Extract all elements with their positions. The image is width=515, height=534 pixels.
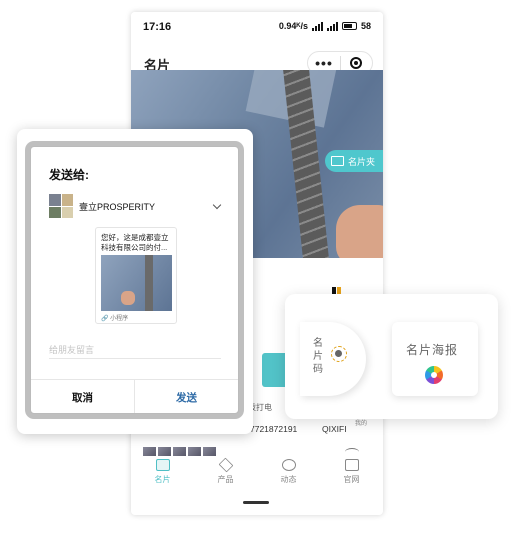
my-label: 我的 (355, 421, 368, 427)
chevron-down-icon[interactable] (212, 200, 222, 210)
preview-image (101, 255, 172, 311)
wave-icon (345, 448, 359, 456)
share-preview-card: 您好，这是成都壹立科技有限公司的付... 🔗 小程序 (95, 227, 177, 324)
network-speed: 0.94ᴷ/s (278, 21, 308, 31)
card-poster-button[interactable] (392, 322, 478, 396)
recipient-name: 壹立PROSPERITY (79, 201, 156, 212)
card-holder-tag[interactable]: 名片夹 (324, 150, 383, 172)
signal-icon (311, 21, 323, 31)
card-poster-label: 名片海报 (406, 343, 459, 357)
share-dialog: 发送给: 壹立PROSPERITY 您好，这是成都壹立科技有限公司的付... 🔗… (30, 146, 239, 414)
tab-website[interactable]: 官网 (320, 456, 383, 494)
close-button[interactable] (341, 57, 372, 69)
battery-icon (341, 22, 357, 30)
feed-icon (281, 459, 296, 471)
tab-label: 动态 (280, 475, 297, 484)
org-name: QIXIFI (322, 424, 347, 434)
tab-label: 官网 (343, 475, 360, 484)
battery-level: 58 (360, 21, 371, 31)
tab-label: 名片 (154, 475, 171, 484)
aperture-icon (425, 366, 443, 384)
card-code-label: 名片码 (313, 338, 323, 375)
tab-bar: 名片 产品 动态 官网 (131, 456, 383, 494)
close-icon (350, 57, 363, 69)
signal-icon-2 (326, 21, 338, 31)
miniprogram-label: 小程序 (110, 316, 129, 322)
message-input[interactable]: 给朋友留言 (49, 343, 221, 359)
dialog-title: 发送给: (49, 168, 89, 182)
cancel-button[interactable]: 取消 (31, 380, 134, 413)
send-button[interactable]: 发送 (134, 380, 238, 413)
status-time: 17:16 (143, 21, 172, 33)
status-bar: 17:16 0.94ᴷ/s 58 (131, 12, 383, 40)
dialog-buttons: 取消 发送 (31, 379, 238, 413)
recipient-selector[interactable]: 壹立PROSPERITY (49, 194, 155, 218)
monitor-icon (344, 459, 359, 471)
home-indicator (243, 501, 269, 504)
layers-icon (218, 457, 233, 473)
card-holder-icon (330, 156, 344, 166)
card-icon (155, 459, 170, 471)
photo-hand (336, 205, 383, 258)
miniprogram-badge: 🔗 小程序 (101, 316, 129, 322)
preview-text: 您好，这是成都壹立科技有限公司的付... (101, 233, 169, 252)
card-holder-label: 名片夹 (347, 156, 375, 167)
phone-number: 7721872191 (250, 424, 298, 434)
tab-feed[interactable]: 动态 (257, 456, 320, 494)
avatar (49, 194, 73, 218)
tab-products[interactable]: 产品 (194, 456, 257, 494)
qrcode-icon (331, 346, 347, 362)
status-icons: 0.94ᴷ/s 58 (279, 21, 371, 31)
tab-label: 产品 (217, 475, 234, 484)
tab-card[interactable]: 名片 (131, 456, 194, 494)
